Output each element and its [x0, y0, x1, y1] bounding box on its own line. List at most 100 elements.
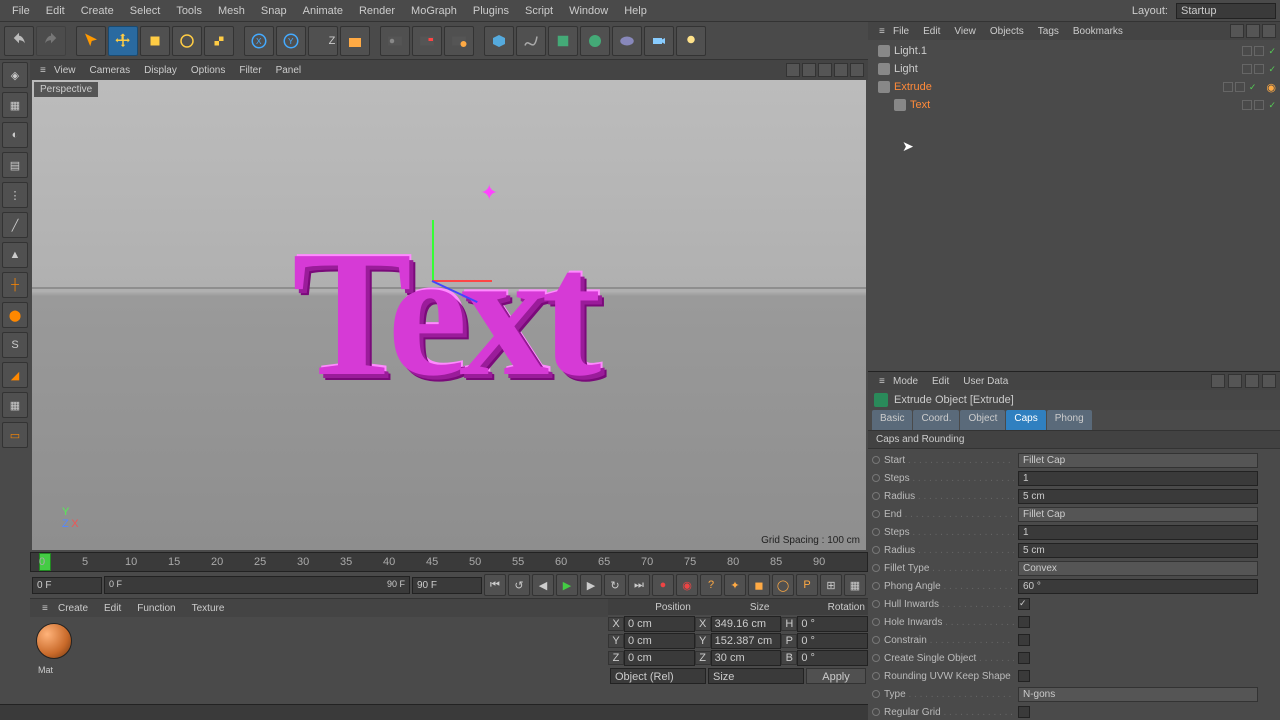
coord-size-dropdown[interactable]: Size: [708, 668, 804, 684]
text-3d-object[interactable]: Text: [292, 210, 593, 417]
size-field[interactable]: 152.387 cm: [711, 633, 782, 649]
property-checkbox[interactable]: [1018, 616, 1030, 628]
key-pla-button[interactable]: ⊞: [820, 574, 842, 596]
vp-menu-display[interactable]: Display: [138, 63, 183, 78]
timeline-range-slider[interactable]: 0 F 90 F: [104, 576, 410, 594]
enable-check-icon[interactable]: ✓: [1268, 100, 1276, 111]
anim-bullet-icon[interactable]: [872, 546, 880, 554]
play-button[interactable]: ▶: [556, 574, 578, 596]
render-view-button[interactable]: [380, 26, 410, 56]
property-number-field[interactable]: 60 °: [1018, 579, 1258, 594]
next-key-button[interactable]: ↻: [604, 574, 626, 596]
layer-dot[interactable]: [1242, 100, 1252, 110]
anim-bullet-icon[interactable]: [872, 636, 880, 644]
make-editable-button[interactable]: ◈: [2, 62, 28, 88]
texture-mode-button[interactable]: ◐: [2, 122, 28, 148]
coord-apply-button[interactable]: Apply: [806, 668, 866, 684]
object-tree-item[interactable]: Light✓: [872, 60, 1276, 78]
anim-bullet-icon[interactable]: [872, 582, 880, 590]
move-tool[interactable]: [108, 26, 138, 56]
om-menu-tags[interactable]: Tags: [1031, 24, 1066, 39]
menu-select[interactable]: Select: [122, 2, 169, 20]
om-menu-file[interactable]: File: [886, 24, 916, 39]
om-menu-objects[interactable]: Objects: [983, 24, 1031, 39]
material-preview[interactable]: [36, 623, 72, 659]
attr-tab[interactable]: Coord.: [913, 410, 959, 430]
scale-tool[interactable]: [140, 26, 170, 56]
property-number-field[interactable]: 1: [1018, 471, 1258, 486]
menu-mesh[interactable]: Mesh: [210, 2, 253, 20]
light-button[interactable]: [676, 26, 706, 56]
attr-tab[interactable]: Caps: [1006, 410, 1045, 430]
menu-snap[interactable]: Snap: [253, 2, 295, 20]
am-nav-up-icon[interactable]: [1228, 374, 1242, 388]
keyframe-button[interactable]: ?: [700, 574, 722, 596]
goto-start-button[interactable]: ⏮: [484, 574, 506, 596]
anim-bullet-icon[interactable]: [872, 456, 880, 464]
viewport-solo-button[interactable]: ⬤: [2, 302, 28, 328]
property-checkbox[interactable]: [1018, 598, 1030, 610]
mat-menu-function[interactable]: Function: [129, 601, 183, 616]
menu-render[interactable]: Render: [351, 2, 403, 20]
object-tree-item[interactable]: Extrude✓◉: [872, 78, 1276, 96]
om-menu-bookmarks[interactable]: Bookmarks: [1066, 24, 1130, 39]
object-tree-item[interactable]: Text✓: [872, 96, 1276, 114]
property-checkbox[interactable]: [1018, 670, 1030, 682]
am-lock-icon[interactable]: [1262, 374, 1276, 388]
om-search-icon[interactable]: [1230, 24, 1244, 38]
vp-menu-filter[interactable]: Filter: [233, 63, 267, 78]
vis-dot[interactable]: [1235, 82, 1245, 92]
record-button[interactable]: ●: [652, 574, 674, 596]
axis-z-toggle[interactable]: Z: [308, 26, 338, 56]
phong-tag-icon[interactable]: ◉: [1266, 81, 1276, 94]
attr-tab[interactable]: Phong: [1047, 410, 1092, 430]
enable-check-icon[interactable]: ✓: [1268, 46, 1276, 57]
vp-nav-icon[interactable]: [818, 63, 832, 77]
next-frame-button[interactable]: ▶: [580, 574, 602, 596]
redo-button[interactable]: [36, 26, 66, 56]
property-dropdown[interactable]: Fillet Cap: [1018, 453, 1258, 468]
property-checkbox[interactable]: [1018, 706, 1030, 718]
am-menu-userdata[interactable]: User Data: [956, 374, 1015, 389]
key-all-button[interactable]: ▦: [844, 574, 866, 596]
vis-dot[interactable]: [1254, 64, 1264, 74]
mat-menu-texture[interactable]: Texture: [184, 601, 233, 616]
size-field[interactable]: 30 cm: [711, 650, 782, 666]
deformer-button[interactable]: [580, 26, 610, 56]
anim-bullet-icon[interactable]: [872, 528, 880, 536]
anim-bullet-icon[interactable]: [872, 510, 880, 518]
vp-menu-options[interactable]: Options: [185, 63, 231, 78]
property-number-field[interactable]: 1: [1018, 525, 1258, 540]
rot-field[interactable]: 0 °: [797, 633, 868, 649]
render-region-button[interactable]: [412, 26, 442, 56]
goto-end-button[interactable]: ⏭: [628, 574, 650, 596]
workplane-snap-button[interactable]: ◢: [2, 362, 28, 388]
property-dropdown[interactable]: Fillet Cap: [1018, 507, 1258, 522]
pos-field[interactable]: 0 cm: [624, 616, 695, 632]
menu-animate[interactable]: Animate: [295, 2, 351, 20]
am-menu-edit[interactable]: Edit: [925, 374, 956, 389]
anim-bullet-icon[interactable]: [872, 492, 880, 500]
vis-dot[interactable]: [1254, 100, 1264, 110]
layer-dot[interactable]: [1242, 46, 1252, 56]
layer-dot[interactable]: [1223, 82, 1233, 92]
locked-workplane-button[interactable]: ▦: [2, 392, 28, 418]
vp-nav-icon[interactable]: [834, 63, 848, 77]
lastused-tool[interactable]: [204, 26, 234, 56]
anim-bullet-icon[interactable]: [872, 618, 880, 626]
polygon-mode-button[interactable]: ▲: [2, 242, 28, 268]
anim-bullet-icon[interactable]: [872, 672, 880, 680]
property-dropdown[interactable]: N-gons: [1018, 687, 1258, 702]
key-rot-button[interactable]: ◯: [772, 574, 794, 596]
select-tool[interactable]: [76, 26, 106, 56]
undo-button[interactable]: [4, 26, 34, 56]
anim-bullet-icon[interactable]: [872, 474, 880, 482]
property-number-field[interactable]: 5 cm: [1018, 489, 1258, 504]
layout-dropdown[interactable]: [1176, 3, 1276, 19]
render-settings-button[interactable]: [444, 26, 474, 56]
spline-button[interactable]: [516, 26, 546, 56]
axis-mode-button[interactable]: ┼: [2, 272, 28, 298]
vp-menu-panel[interactable]: Panel: [270, 63, 308, 78]
prev-frame-button[interactable]: ◀: [532, 574, 554, 596]
key-param-button[interactable]: P: [796, 574, 818, 596]
